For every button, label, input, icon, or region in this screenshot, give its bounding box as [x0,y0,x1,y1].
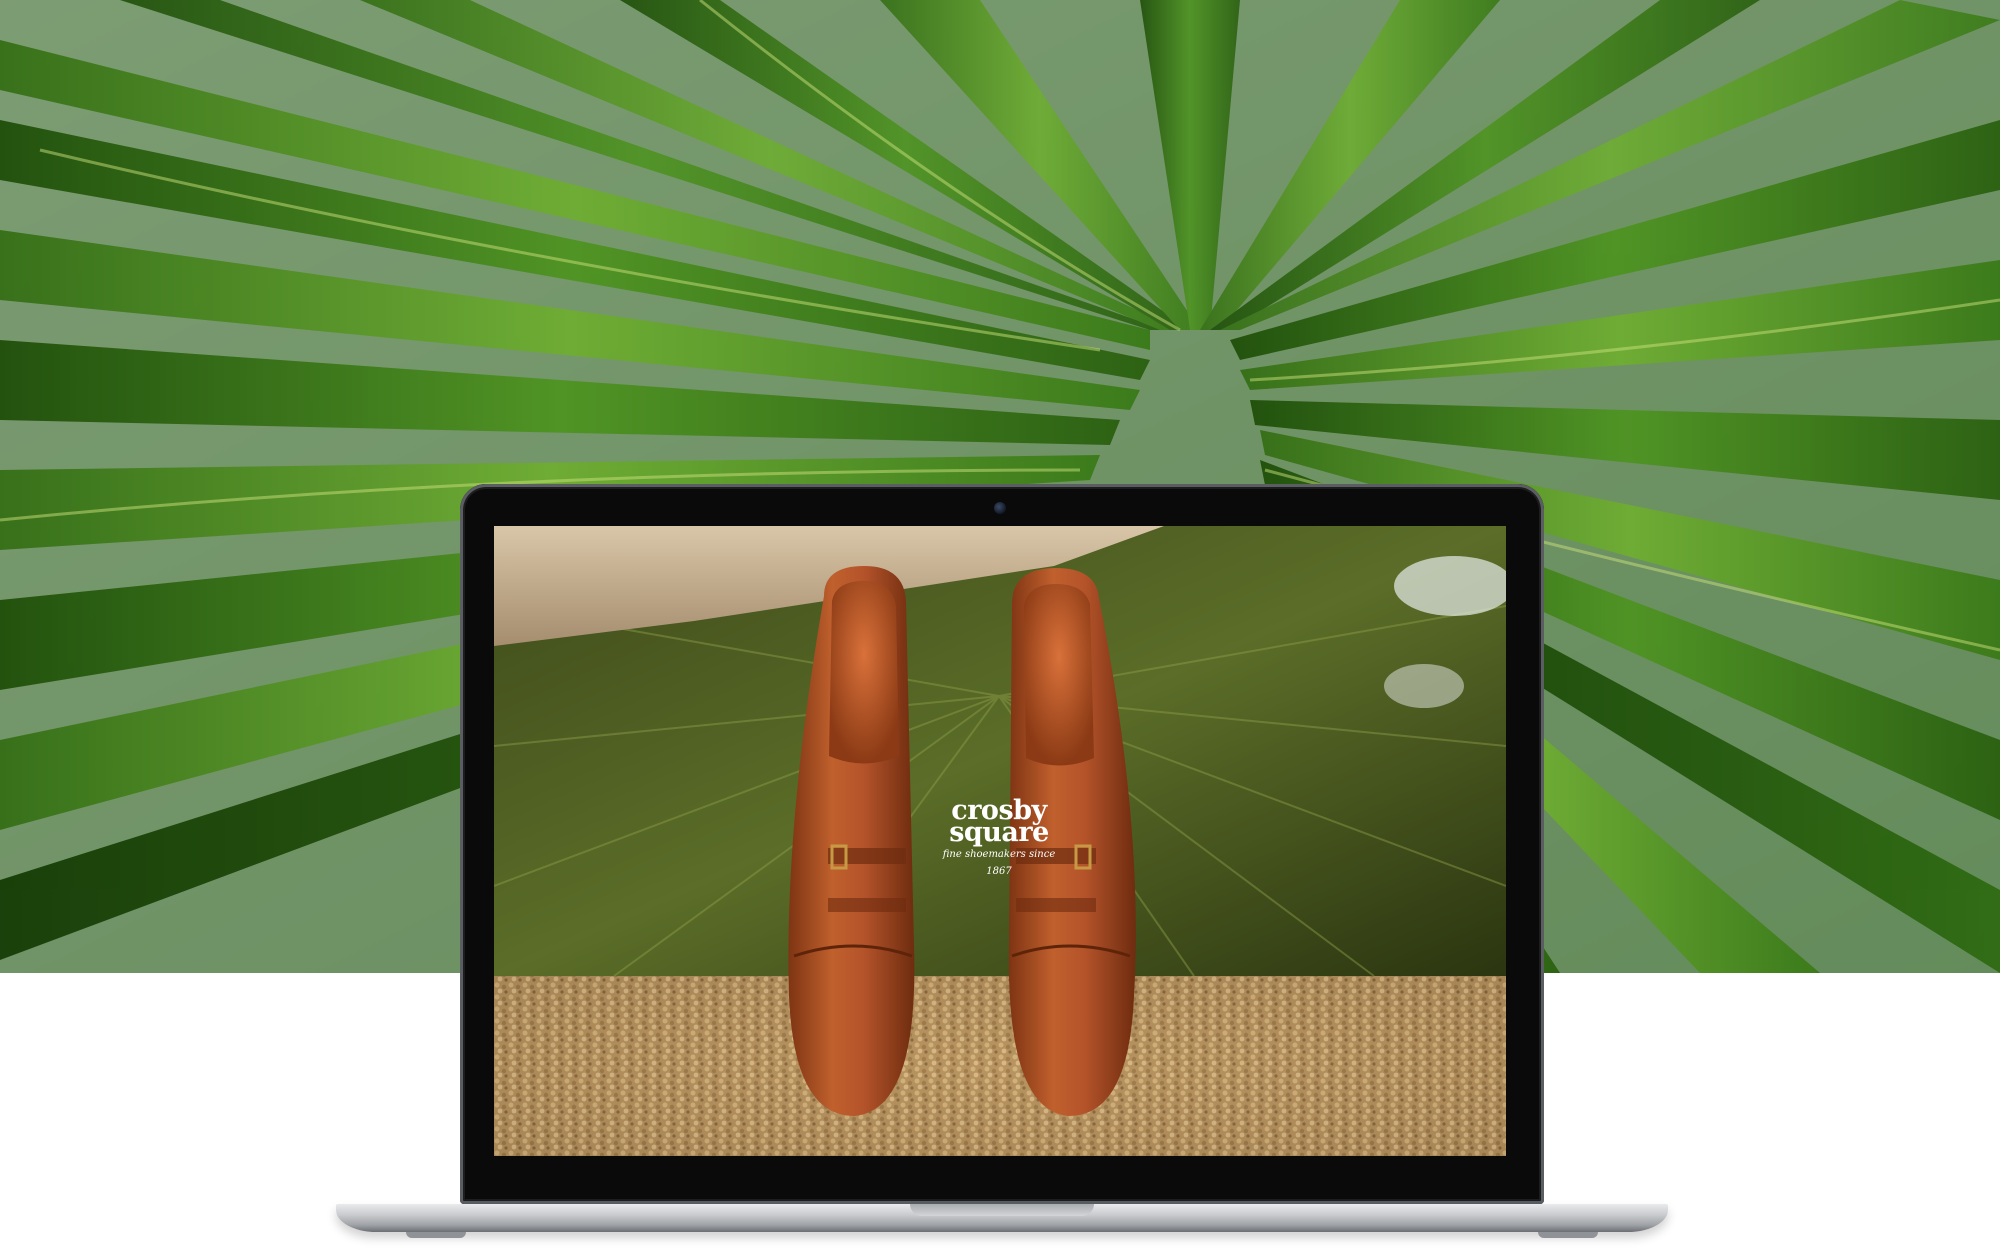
laptop-base [336,1204,1668,1232]
brand-tagline-line2: 1867 [986,866,1012,877]
brand-logo-line2: square [949,817,1049,848]
webcam-icon [994,502,1006,514]
laptop-screen: crosby square fine shoemakers since 1867 [494,526,1506,1156]
brand-tagline-line1: fine shoemakers since [942,849,1056,860]
page: crosby square fine shoemakers since 1867 [0,0,2000,1249]
brand-logo: crosby square fine shoemakers since 1867 [894,797,1104,878]
laptop-foot-left [406,1232,466,1238]
laptop-mockup: crosby square fine shoemakers since 1867 [336,484,1668,1249]
laptop-lid: crosby square fine shoemakers since 1867 [460,484,1544,1204]
laptop-foot-right [1538,1232,1598,1238]
laptop-opening-notch [910,1204,1094,1216]
